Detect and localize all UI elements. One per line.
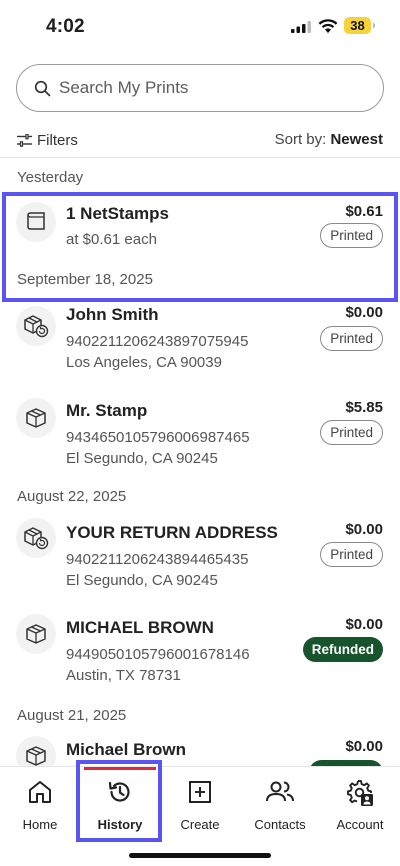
item-title: MICHAEL BROWN — [66, 618, 214, 637]
sliders-icon — [17, 133, 32, 147]
item-amount: $5.85 — [345, 399, 383, 416]
nav-home[interactable]: Home — [0, 767, 80, 847]
home-icon — [29, 781, 51, 803]
nav-account[interactable]: Account — [320, 767, 400, 847]
list-item[interactable]: John Smith 9402211206243897075945 Los An… — [0, 300, 400, 380]
package-icon — [16, 614, 56, 654]
list-item[interactable]: Mr. Stamp 9434650105796006987465 El Segu… — [0, 396, 400, 476]
item-amount: $0.00 — [345, 738, 383, 755]
package-icon — [16, 736, 56, 766]
item-line1: at $0.61 each — [66, 231, 157, 248]
item-line2: Los Angeles, CA 90039 — [66, 354, 222, 371]
nav-create[interactable]: Create — [160, 767, 240, 847]
item-amount: $0.00 — [345, 304, 383, 321]
nav-home-label: Home — [22, 817, 58, 832]
status-badge: Printed — [320, 542, 383, 567]
search-input[interactable] — [59, 73, 359, 103]
nav-contacts-label: Contacts — [254, 817, 306, 832]
item-line2: Austin, TX 78731 — [66, 667, 181, 684]
list-item[interactable]: Michael Brown $0.00 — [0, 736, 400, 766]
item-title: 1 NetStamps — [66, 204, 169, 223]
item-title: Michael Brown — [66, 740, 186, 759]
return-package-icon — [16, 306, 56, 346]
status-bar: 4:02 38 — [0, 0, 400, 52]
nav-history[interactable]: History — [80, 767, 160, 847]
item-title: YOUR RETURN ADDRESS — [66, 523, 278, 542]
netstamps-roll-icon — [16, 202, 56, 242]
home-indicator — [129, 853, 271, 858]
item-amount: $0.00 — [345, 616, 383, 633]
item-line1: 9402211206243897075945 — [66, 333, 249, 350]
create-icon — [189, 781, 211, 803]
item-line2: El Segundo, CA 90245 — [66, 572, 218, 589]
nav-contacts[interactable]: Contacts — [240, 767, 320, 847]
filters-button[interactable]: Filters — [17, 130, 78, 150]
nav-history-label: History — [97, 817, 143, 832]
item-line1: 9402211206243894465435 — [66, 551, 249, 568]
list-item[interactable]: MICHAEL BROWN 9449050105796001678146 Aus… — [0, 613, 400, 693]
filters-label: Filters — [37, 131, 78, 149]
divider — [0, 157, 400, 158]
nav-create-label: Create — [180, 817, 220, 832]
status-badge: Refunded — [302, 637, 383, 662]
item-title: John Smith — [66, 305, 159, 324]
status-badge: Printed — [320, 223, 383, 248]
status-badge: Printed — [320, 326, 383, 351]
search-bar[interactable] — [16, 64, 384, 112]
item-line2: September 18, 2025 — [17, 271, 153, 288]
sort-label: Sort by: — [274, 131, 327, 148]
list-item[interactable]: YOUR RETURN ADDRESS 94022112062438944654… — [0, 518, 400, 598]
item-amount: $0.61 — [345, 203, 383, 220]
contacts-icon — [266, 781, 294, 802]
date-header: August 21, 2025 — [17, 707, 127, 724]
package-icon — [16, 398, 56, 438]
status-time: 4:02 — [46, 16, 85, 37]
bottom-nav: Home History Create Contacts Account — [0, 766, 400, 866]
item-line1: 9449050105796001678146 — [66, 646, 250, 663]
search-icon — [34, 80, 51, 97]
item-line1: 9434650105796006987465 — [66, 429, 250, 446]
sort-value: Newest — [330, 131, 383, 148]
history-icon — [108, 781, 130, 802]
wifi-icon — [318, 19, 338, 33]
item-amount: $0.00 — [345, 521, 383, 538]
nav-account-label: Account — [336, 817, 384, 832]
battery-indicator: 38 — [344, 17, 375, 34]
date-header: August 22, 2025 — [17, 488, 127, 505]
item-line2: El Segundo, CA 90245 — [66, 450, 218, 467]
item-title: Mr. Stamp — [66, 401, 148, 420]
return-package-icon — [16, 518, 56, 558]
date-header: Yesterday — [17, 169, 84, 186]
account-settings-icon — [347, 780, 373, 806]
cellular-signal-icon — [291, 21, 311, 33]
list-item[interactable]: 1 NetStamps at $0.61 each September 18, … — [0, 196, 400, 300]
status-badge: Printed — [320, 420, 383, 445]
sort-control[interactable]: Sort by: Newest — [275, 131, 383, 148]
